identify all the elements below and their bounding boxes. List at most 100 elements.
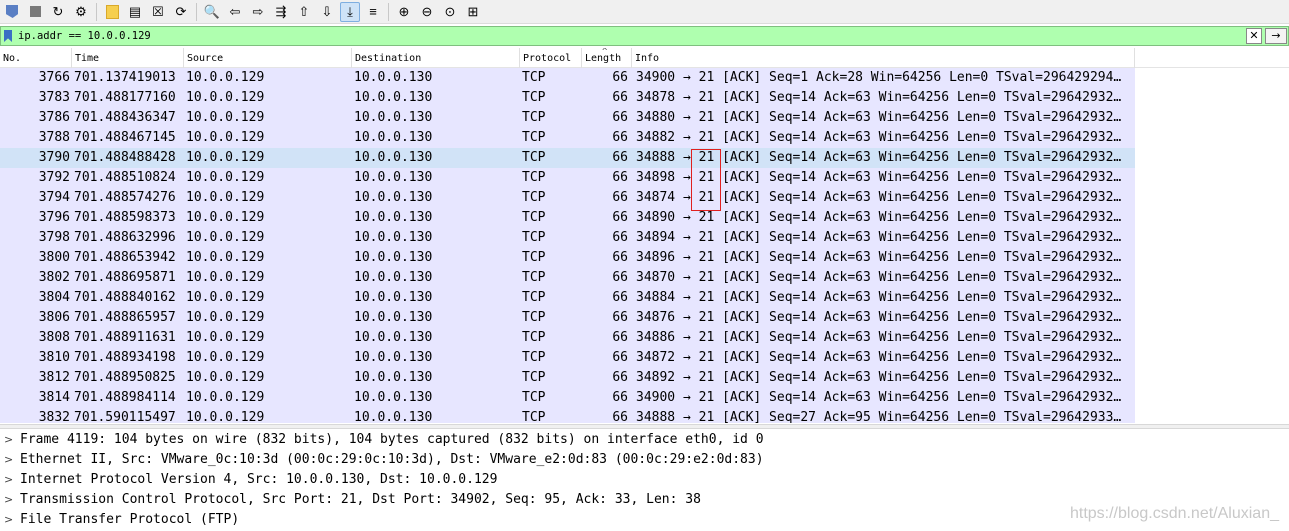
packet-row[interactable]: 3798 701.488632996 10.0.0.129 10.0.0.130 TCP… <box>0 228 1135 248</box>
go-to-packet-icon[interactable]: ⇶ <box>271 2 291 22</box>
packet-row[interactable]: 3808 701.488911631 10.0.0.129 10.0.0.130 TCP… <box>0 328 1135 348</box>
save-file-icon[interactable]: ▤ <box>125 2 145 22</box>
packet-info: 34888 → 21 [ACK] Seq=27 Ack=95 Win=64256… <box>636 410 1122 423</box>
packet-destination: 10.0.0.130 <box>354 110 433 125</box>
packet-protocol: TCP <box>522 250 546 265</box>
colorize-icon[interactable]: ≡ <box>363 2 383 22</box>
packet-length: 66 <box>612 130 628 145</box>
column-header-source[interactable]: Source <box>184 48 352 68</box>
packet-row[interactable]: 3812 701.488950825 10.0.0.129 10.0.0.130 TCP… <box>0 368 1135 388</box>
packet-row[interactable]: 3796 701.488598373 10.0.0.129 10.0.0.130 TCP… <box>0 208 1135 228</box>
packet-time: 701.488950825 <box>74 370 176 385</box>
column-header-time[interactable]: Time <box>72 48 184 68</box>
packet-row[interactable]: 3788 701.488467145 10.0.0.129 10.0.0.130 TCP… <box>0 128 1135 148</box>
folder-icon <box>105 4 119 19</box>
column-header-info[interactable]: Info <box>632 48 1135 68</box>
open-file-icon[interactable] <box>102 2 122 22</box>
packet-row[interactable]: 3790 701.488488428 10.0.0.129 10.0.0.130 TCP… <box>0 148 1135 168</box>
packet-protocol: TCP <box>522 150 546 165</box>
capture-options-icon[interactable]: ⚙ <box>71 2 91 22</box>
packet-no: 3794 <box>38 190 70 205</box>
close-file-icon[interactable]: ☒ <box>148 2 168 22</box>
detail-ipv4[interactable]: > Internet Protocol Version 4, Src: 10.0.… <box>0 470 1289 490</box>
packet-source: 10.0.0.129 <box>186 190 265 205</box>
detail-ipv4-text: Internet Protocol Version 4, Src: 10.0.0… <box>20 472 498 487</box>
filter-bookmark-icon[interactable] <box>4 30 12 42</box>
resize-columns-icon[interactable]: ⊞ <box>463 2 483 22</box>
go-last-icon[interactable]: ⇩ <box>317 2 337 22</box>
packet-list[interactable]: No. Time Source Destination Protocol Len… <box>0 48 1289 423</box>
packet-protocol: TCP <box>522 130 546 145</box>
clear-filter-icon[interactable]: ✕ <box>1246 28 1262 44</box>
packet-row[interactable]: 3814 701.488984114 10.0.0.129 10.0.0.130 TCP… <box>0 388 1135 408</box>
expand-caret-icon[interactable]: > <box>4 510 13 530</box>
packet-row[interactable]: 3792 701.488510824 10.0.0.129 10.0.0.130 TCP… <box>0 168 1135 188</box>
column-header-no[interactable]: No. <box>0 48 72 68</box>
packet-destination: 10.0.0.130 <box>354 410 433 423</box>
expand-caret-icon[interactable]: > <box>4 470 13 490</box>
display-filter-input[interactable]: ip.addr == 10.0.0.129 <box>18 30 1246 42</box>
packet-protocol: TCP <box>522 210 546 225</box>
packet-no: 3786 <box>38 110 70 125</box>
packet-length: 66 <box>612 290 628 305</box>
expand-caret-icon[interactable]: > <box>4 490 13 510</box>
packet-info: 34888 → 21 [ACK] Seq=14 Ack=63 Win=64256… <box>636 150 1122 165</box>
packet-time: 701.590115497 <box>74 410 176 423</box>
go-back-icon[interactable]: ⇦ <box>225 2 245 22</box>
packet-details-pane: > Frame 4119: 104 bytes on wire (832 bits… <box>0 430 1289 531</box>
go-forward-icon[interactable]: ⇨ <box>248 2 268 22</box>
find-packet-icon[interactable]: 🔍 <box>202 2 222 22</box>
packet-length: 66 <box>612 330 628 345</box>
reload-file-icon[interactable]: ⟳ <box>171 2 191 22</box>
packet-info: 34892 → 21 [ACK] Seq=14 Ack=63 Win=64256… <box>636 370 1122 385</box>
packet-no: 3788 <box>38 130 70 145</box>
packet-info: 34896 → 21 [ACK] Seq=14 Ack=63 Win=64256… <box>636 250 1122 265</box>
packet-time: 701.488934198 <box>74 350 176 365</box>
zoom-normal-icon[interactable]: ⊙ <box>440 2 460 22</box>
packet-row[interactable]: 3806 701.488865957 10.0.0.129 10.0.0.130 TCP… <box>0 308 1135 328</box>
expand-caret-icon[interactable]: > <box>4 430 13 450</box>
packet-protocol: TCP <box>522 310 546 325</box>
packet-row[interactable]: 3786 701.488436347 10.0.0.129 10.0.0.130 TCP… <box>0 108 1135 128</box>
auto-scroll-icon[interactable]: ⤓ <box>340 1 360 22</box>
packet-destination: 10.0.0.130 <box>354 370 433 385</box>
column-header-length[interactable]: Length ^ <box>582 48 632 68</box>
packet-row[interactable]: 3802 701.488695871 10.0.0.129 10.0.0.130 TCP… <box>0 268 1135 288</box>
packet-time: 701.488984114 <box>74 390 176 405</box>
packet-row[interactable]: 3832 701.590115497 10.0.0.129 10.0.0.130 TCP… <box>0 408 1135 423</box>
restart-capture-icon[interactable]: ↻ <box>48 2 68 22</box>
packet-row[interactable]: 3783 701.488177160 10.0.0.129 10.0.0.130 TCP… <box>0 88 1135 108</box>
packet-destination: 10.0.0.130 <box>354 390 433 405</box>
start-capture-icon[interactable] <box>2 2 22 22</box>
packet-source: 10.0.0.129 <box>186 110 265 125</box>
pane-splitter[interactable] <box>0 424 1289 429</box>
column-header-protocol[interactable]: Protocol <box>520 48 582 68</box>
packet-length: 66 <box>612 70 628 85</box>
zoom-in-icon[interactable]: ⊕ <box>394 2 414 22</box>
packet-protocol: TCP <box>522 390 546 405</box>
detail-frame[interactable]: > Frame 4119: 104 bytes on wire (832 bits… <box>0 430 1289 450</box>
packet-no: 3783 <box>38 90 70 105</box>
packet-time: 701.488436347 <box>74 110 176 125</box>
packet-length: 66 <box>612 190 628 205</box>
packet-row[interactable]: 3800 701.488653942 10.0.0.129 10.0.0.130 TCP… <box>0 248 1135 268</box>
packet-row[interactable]: 3804 701.488840162 10.0.0.129 10.0.0.130 TCP… <box>0 288 1135 308</box>
detail-ethernet-text: Ethernet II, Src: VMware_0c:10:3d (00:0c… <box>20 452 764 467</box>
column-header-destination[interactable]: Destination <box>352 48 520 68</box>
packet-no: 3766 <box>38 70 70 85</box>
packet-time: 701.488510824 <box>74 170 176 185</box>
zoom-out-icon[interactable]: ⊖ <box>417 2 437 22</box>
detail-ethernet[interactable]: > Ethernet II, Src: VMware_0c:10:3d (00:0… <box>0 450 1289 470</box>
packet-row[interactable]: 3810 701.488934198 10.0.0.129 10.0.0.130 TCP… <box>0 348 1135 368</box>
packet-destination: 10.0.0.130 <box>354 150 433 165</box>
packet-row[interactable]: 3794 701.488574276 10.0.0.129 10.0.0.130 TCP… <box>0 188 1135 208</box>
packet-no: 3790 <box>38 150 70 165</box>
expand-caret-icon[interactable]: > <box>4 450 13 470</box>
stop-capture-icon[interactable] <box>25 2 45 22</box>
go-first-icon[interactable]: ⇧ <box>294 2 314 22</box>
packet-time: 701.488653942 <box>74 250 176 265</box>
apply-filter-icon[interactable]: → <box>1265 28 1287 44</box>
packet-row[interactable]: 3766 701.137419013 10.0.0.129 10.0.0.130 TCP… <box>0 68 1135 88</box>
detail-tcp-text: Transmission Control Protocol, Src Port:… <box>20 492 701 507</box>
packet-destination: 10.0.0.130 <box>354 330 433 345</box>
